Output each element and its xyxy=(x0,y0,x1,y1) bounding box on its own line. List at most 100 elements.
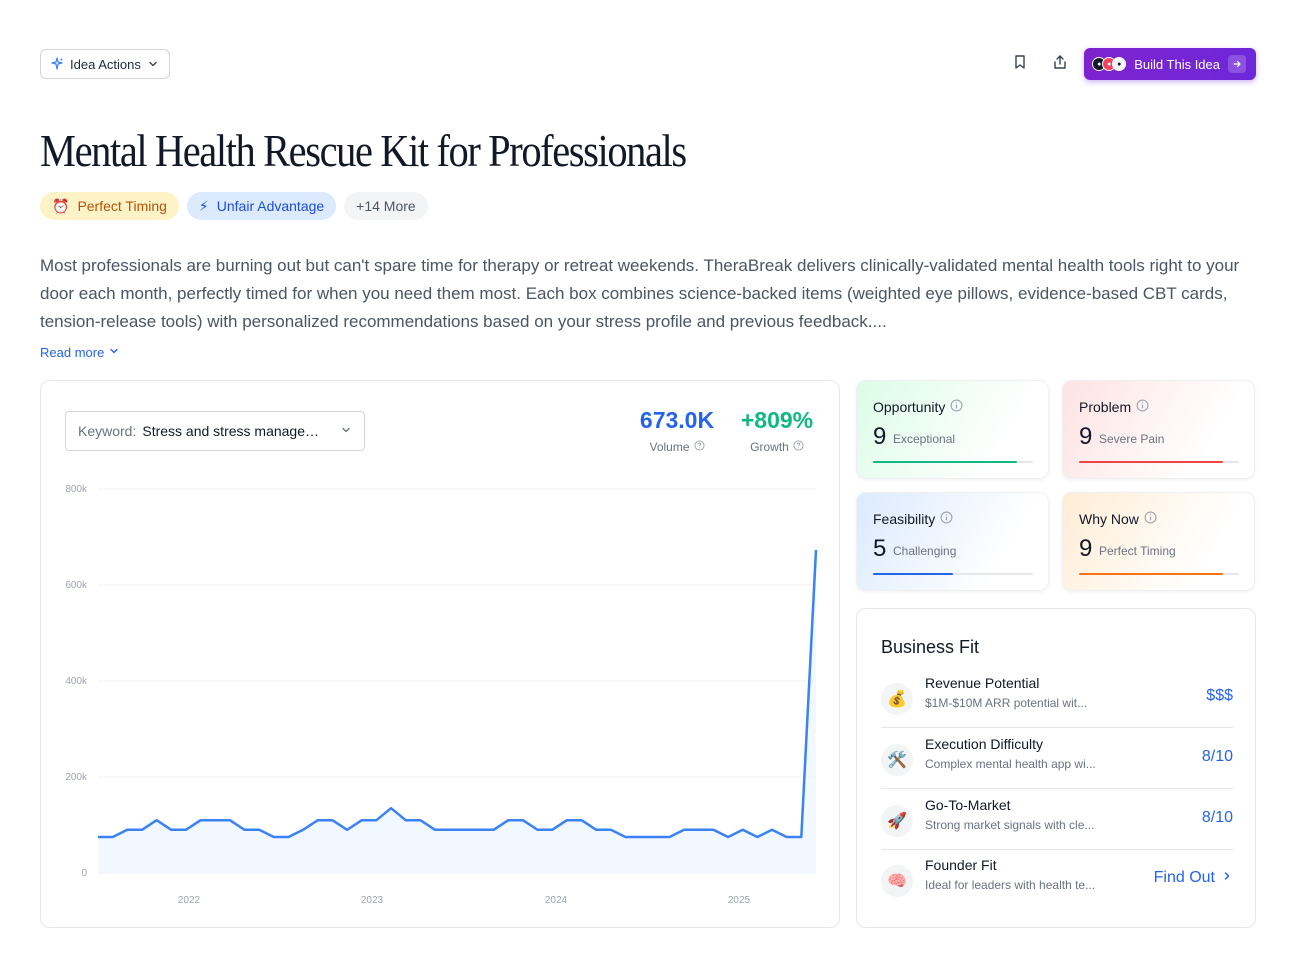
growth-value: +809% xyxy=(740,407,814,433)
idea-description: Most professionals are burning out but c… xyxy=(40,256,1240,331)
idea-actions-button[interactable]: Idea Actions xyxy=(40,49,170,79)
score-value: 5 xyxy=(873,535,887,562)
business-fit-row-desc: Ideal for leaders with health te... xyxy=(925,878,1096,892)
badge-label: Perfect Timing xyxy=(77,198,167,214)
builder-avatars: ● ● ● xyxy=(1092,57,1127,71)
score-value: 9 xyxy=(1079,423,1093,450)
score-label: Severe Pain xyxy=(1099,432,1165,446)
money-bag-icon: 💰 xyxy=(881,683,913,715)
score-label: Perfect Timing xyxy=(1099,544,1176,558)
info-icon[interactable] xyxy=(1136,399,1149,415)
business-fit-title: Business Fit xyxy=(881,637,980,657)
score-title-row: Feasibility xyxy=(873,511,953,527)
find-out-label: Find Out xyxy=(1153,869,1215,886)
info-icon[interactable] xyxy=(940,511,953,527)
help-icon[interactable] xyxy=(693,440,705,454)
business-fit-row-revenue[interactable]: 💰 Revenue Potential $1M-$10M ARR potenti… xyxy=(881,667,1233,728)
business-fit-row-name: Go-To-Market xyxy=(925,797,1011,813)
opportunity-score-card[interactable]: Opportunity 9 Exceptional xyxy=(856,380,1049,479)
trend-chart: 800k 600k 400k 200k 0 2022 2023 2024 2025 xyxy=(65,484,818,906)
score-title-row: Why Now xyxy=(1079,511,1157,527)
score-title-row: Problem xyxy=(1079,399,1149,415)
score-bar-fill xyxy=(873,573,953,575)
score-bar xyxy=(873,573,1033,575)
business-fit-row-name: Revenue Potential xyxy=(925,675,1040,691)
brain-icon: 🧠 xyxy=(881,865,913,897)
business-fit-row-founder[interactable]: 🧠 Founder Fit Ideal for leaders with hea… xyxy=(881,849,1233,910)
y-tick-label: 200k xyxy=(65,772,88,783)
build-button-label: Build This Idea xyxy=(1134,56,1220,72)
growth-label: Growth xyxy=(750,440,789,454)
score-label: Challenging xyxy=(893,544,957,558)
business-fit-row-execution[interactable]: 🛠️ Execution Difficulty Complex mental h… xyxy=(881,728,1233,789)
read-more-label: Read more xyxy=(40,345,105,360)
build-this-idea-button[interactable]: ● ● ● Build This Idea xyxy=(1084,48,1256,80)
business-fit-row-gtm[interactable]: 🚀 Go-To-Market Strong market signals wit… xyxy=(881,789,1233,850)
info-icon[interactable] xyxy=(1144,511,1157,527)
business-fit-row-desc: Complex mental health app wi... xyxy=(925,757,1096,771)
business-fit-card: Business Fit 💰 Revenue Potential $1M-$10… xyxy=(856,608,1256,928)
top-actions: ● ● ● Build This Idea xyxy=(1004,48,1256,80)
volume-value: 673.0K xyxy=(639,407,715,433)
share-icon xyxy=(1052,54,1068,75)
avatar: ● xyxy=(1112,57,1127,71)
business-fit-row-name: Execution Difficulty xyxy=(925,736,1044,752)
x-tick-label: 2025 xyxy=(728,895,751,906)
keyword-value: Stress and stress management xyxy=(142,423,331,439)
share-button[interactable] xyxy=(1044,48,1076,80)
bookmark-button[interactable] xyxy=(1004,48,1036,80)
badge-unfair-advantage[interactable]: ⚡ Unfair Advantage xyxy=(186,192,337,220)
chevron-down-icon xyxy=(147,58,159,70)
score-bar-fill xyxy=(1079,461,1223,463)
x-tick-label: 2023 xyxy=(361,895,384,906)
idea-badges: ⏰ Perfect Timing ⚡ Unfair Advantage +14 … xyxy=(40,192,428,220)
business-fit-row-desc: $1M-$10M ARR potential wit... xyxy=(925,696,1088,710)
find-out-link[interactable]: Find Out xyxy=(1154,869,1233,887)
idea-actions-label: Idea Actions xyxy=(70,56,141,72)
feasibility-score-card[interactable]: Feasibility 5 Challenging xyxy=(856,492,1049,591)
page-title: Mental Health Rescue Kit for Professiona… xyxy=(40,125,687,176)
chevron-down-icon xyxy=(340,423,352,439)
problem-score-card[interactable]: Problem 9 Severe Pain xyxy=(1062,380,1255,479)
volume-label-row: Volume xyxy=(637,440,717,454)
badge-perfect-timing[interactable]: ⏰ Perfect Timing xyxy=(40,192,179,220)
info-icon[interactable] xyxy=(950,399,963,415)
chevron-right-icon xyxy=(1221,869,1233,887)
score-value: 9 xyxy=(1079,535,1093,562)
sparkle-icon xyxy=(50,57,64,71)
trend-area xyxy=(98,550,816,873)
growth-stat: +809% Growth xyxy=(737,407,817,454)
score-bar-fill xyxy=(873,461,1017,463)
score-title: Problem xyxy=(1079,399,1132,415)
lightning-icon: ⚡ xyxy=(198,197,209,214)
score-bar xyxy=(1079,573,1239,575)
chevron-down-icon xyxy=(108,345,120,360)
score-title: Opportunity xyxy=(873,399,946,415)
business-fit-row-value: 8/10 xyxy=(1201,748,1233,765)
score-bar-fill xyxy=(1079,573,1223,575)
why-now-score-card[interactable]: Why Now 9 Perfect Timing xyxy=(1062,492,1255,591)
y-tick-label: 0 xyxy=(81,868,87,879)
more-badges-button[interactable]: +14 More xyxy=(344,192,428,220)
tools-icon: 🛠️ xyxy=(881,744,913,776)
x-tick-label: 2022 xyxy=(178,895,201,906)
x-tick-label: 2024 xyxy=(545,895,568,906)
trend-chart-card: 800k 600k 400k 200k 0 2022 2023 2024 2025 Keywor… xyxy=(40,380,840,928)
bookmark-icon xyxy=(1012,54,1028,75)
help-icon[interactable] xyxy=(793,440,804,454)
badge-label: +14 More xyxy=(356,198,416,214)
alarm-clock-icon: ⏰ xyxy=(52,197,70,214)
growth-label-row: Growth xyxy=(737,440,817,454)
business-fit-row-value: $$$ xyxy=(1206,687,1233,704)
rocket-icon: 🚀 xyxy=(881,805,913,837)
score-title-row: Opportunity xyxy=(873,399,963,415)
y-tick-label: 400k xyxy=(65,676,88,687)
score-bar xyxy=(873,461,1033,463)
badge-label: Unfair Advantage xyxy=(216,198,325,214)
score-value: 9 xyxy=(873,423,887,450)
top-bar: Idea Actions ● ● ● Build This Idea xyxy=(40,48,1256,80)
keyword-label: Keyword: xyxy=(78,423,137,439)
keyword-select[interactable]: Keyword: Stress and stress management xyxy=(65,411,365,451)
score-title: Feasibility xyxy=(873,511,936,527)
read-more-link[interactable]: Read more xyxy=(40,345,120,360)
